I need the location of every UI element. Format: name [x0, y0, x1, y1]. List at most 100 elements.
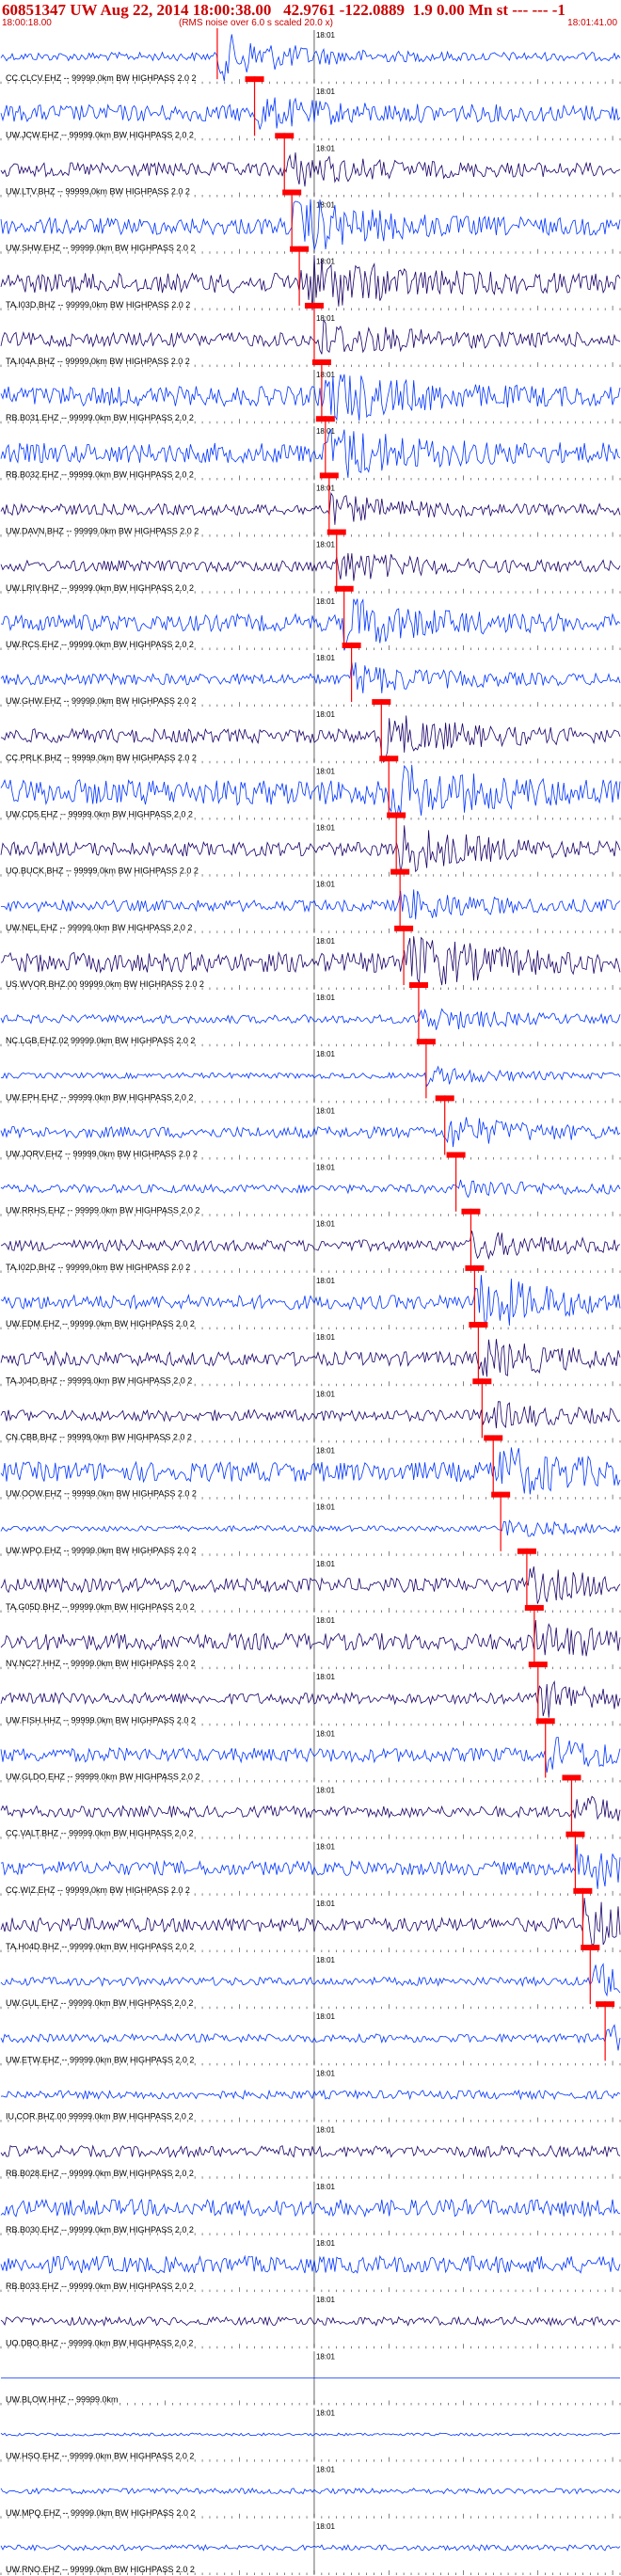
pick-marker: [326, 529, 346, 535]
station-label: UW.GLDO.EHZ -- 99999.0km BW HIGHPASS 2.0…: [6, 1773, 199, 1782]
station-label: TA.H04D.BHZ -- 99999.0km BW HIGHPASS 2.0…: [6, 1942, 194, 1951]
pick-marker: [528, 1662, 548, 1668]
trace-row: 18:01 IU.COR.BHZ.00 99999.0km BW HIGHPASS…: [0, 2068, 621, 2123]
pick-marker: [311, 359, 331, 366]
minute-label: 18:01: [316, 1164, 336, 1172]
trace-row: 18:01 UW.SHW.EHZ -- 99999.0km BW HIGHPASS…: [0, 189, 621, 254]
waveform: [0, 1844, 621, 1889]
trace-row: 18:01 UW.RCS.EHZ -- 99999.0km BW HIGHPASS…: [0, 585, 621, 651]
trace-row: 18:01 UW.EDM.EHZ -- 99999.0km BW HIGHPASS…: [0, 1264, 621, 1330]
station-label: UW.EPH.EHZ -- 99999.0km BW HIGHPASS 2.0 …: [6, 1092, 193, 1102]
station-label: UW.WPO.EHZ -- 99999.0km BW HIGHPASS 2.0 …: [6, 1546, 196, 1555]
station-label: NC.LGB.EHZ.02 99999.0km BW HIGHPASS 2.0 …: [6, 1036, 195, 1045]
rms-noise-note: (RMS noise over 6.0 s scaled 20.0 x): [179, 18, 333, 28]
minute-label: 18:01: [316, 2126, 336, 2135]
trace-row: 18:01 NC.LGB.EHZ.02 99999.0km BW HIGHPASS…: [0, 981, 621, 1047]
trace-row: 18:01 UW.RRHS.EHZ -- 99999.0km BW HIGHPAS…: [0, 1152, 621, 1216]
station-label: UW.EDM.EHZ -- 99999.0km BW HIGHPASS 2.0 …: [6, 1319, 195, 1328]
station-label: UW.BLOW.HHZ -- 99999.0km: [6, 2394, 119, 2404]
trace-row: 18:01 UW.DAVN.BHZ -- 99999.0km BW HIGHPAS…: [0, 472, 621, 537]
minute-label: 18:01: [316, 937, 336, 946]
pick-marker: [461, 1208, 481, 1215]
station-label: UW.RCS.EHZ -- 99999.0km BW HIGHPASS 2.0 …: [6, 640, 194, 649]
trace-row: 18:01 UO.BUCK.BHZ -- 99999.0km BW HIGHPAS…: [0, 812, 621, 877]
minute-label: 18:01: [316, 1333, 336, 1342]
station-label: UW.GHW.EHZ -- 99999.0km BW HIGHPASS 2.0 …: [6, 696, 196, 706]
pick-marker: [484, 1435, 503, 1441]
trace-row: 18:01 CC.PRLK.BHZ -- 99999.0km BW HIGHPAS…: [0, 699, 621, 764]
trace-row: 18:01 UW.MPQ.EHZ -- 99999.0km BW HIGHPASS…: [0, 2464, 621, 2519]
minute-label: 18:01: [316, 144, 336, 152]
pick-marker: [342, 642, 361, 648]
minute-label: 18:01: [316, 2239, 336, 2248]
waveform: [0, 151, 621, 187]
trace-row: 18:01 UW.FISH.HHZ -- 99999.0km BW HIGHPAS…: [0, 1662, 621, 1726]
trace-row: 18:01 UW.NEL.EHZ -- 99999.0km BW HIGHPASS…: [0, 868, 621, 933]
waveform: [0, 1401, 621, 1429]
station-label: CC.WIZ.EHZ -- 99999.0km BW HIGHPASS 2.0 …: [6, 1885, 190, 1895]
trace-row: 18:01 TA.I02D.BHZ -- 99999.0km BW HIGHPAS…: [0, 1208, 621, 1273]
trace-row: 18:01 TA.I03D.BHZ -- 99999.0km BW HIGHPAS…: [0, 246, 621, 311]
minute-label: 18:01: [316, 1277, 336, 1285]
minute-label: 18:01: [316, 994, 336, 1002]
waveform: [0, 1179, 621, 1199]
waveform: [0, 552, 621, 581]
pick-marker: [319, 472, 339, 479]
station-label: UW.NEL.EHZ -- 99999.0km BW HIGHPASS 2.0 …: [6, 923, 192, 932]
trace-row: 18:01 US.WVOR.BHZ.00 99999.0km BW HIGHPAS…: [0, 925, 621, 991]
station-label: UW.MPQ.EHZ -- 99999.0km BW HIGHPASS 2.0 …: [6, 2508, 195, 2518]
waveform: [1, 889, 621, 920]
minute-label: 18:01: [316, 1390, 336, 1398]
minute-label: 18:01: [316, 1220, 336, 1229]
station-label: UW.LRIV.BHZ -- 99999.0km BW HIGHPASS 2.0…: [6, 583, 194, 593]
trace-row: 18:01 UW.JORV.EHZ -- 99999.0km BW HIGHPAS…: [0, 1095, 621, 1160]
minute-label: 18:01: [316, 823, 336, 832]
event-header: 60851347 UW Aug 22, 2014 18:00:38.00 42.…: [0, 0, 621, 28]
pick-marker: [435, 1095, 454, 1102]
waveform: [0, 2089, 621, 2101]
station-label: UW.ETW.EHZ -- 99999.0km BW HIGHPASS 2.0 …: [6, 2055, 194, 2064]
minute-label: 18:01: [316, 87, 336, 96]
station-label: CC.CLCV.EHZ -- 99999.0km BW HIGHPASS 2.0…: [6, 73, 197, 83]
pick-marker: [408, 981, 428, 988]
waveform: [0, 318, 621, 355]
station-label: UW.GUL.EHZ -- 99999.0km BW HIGHPASS 2.0 …: [6, 1998, 193, 2008]
waveform: [0, 1339, 621, 1377]
station-label: UW.SHW.EHZ -- 99999.0km BW HIGHPASS 2.0 …: [6, 244, 195, 253]
event-title: 60851347 UW Aug 22, 2014 18:00:38.00 42.…: [2, 1, 565, 19]
minute-label: 18:01: [316, 314, 336, 323]
minute-label: 18:01: [316, 258, 336, 266]
station-label: UW.FISH.HHZ -- 99999.0km BW HIGHPASS 2.0…: [6, 1715, 196, 1725]
minute-label: 18:01: [316, 2409, 336, 2417]
station-label: RB.B028.EHZ -- 99999.0km BW HIGHPASS 2.0…: [6, 2169, 194, 2178]
trace-row: 18:01 TA.H04D.BHZ -- 99999.0km BW HIGHPAS…: [0, 1887, 621, 1953]
waveform: [0, 2254, 621, 2274]
pick-marker: [275, 133, 295, 139]
station-label: CC.VALT.BHZ -- 99999.0km BW HIGHPASS 2.0…: [6, 1829, 194, 1838]
trace-row: 18:01 CC.VALT.BHZ -- 99999.0km BW HIGHPAS…: [0, 1774, 621, 1839]
trace-row: 18:01 RB.B033.EHZ -- 99999.0km BW HIGHPAS…: [0, 2237, 621, 2293]
pick-marker: [334, 585, 354, 592]
minute-label: 18:01: [316, 2352, 336, 2361]
trace-row: 18:01 UW.HSO.EHZ -- 99999.0km BW HIGHPASS…: [0, 2408, 621, 2462]
minute-label: 18:01: [316, 881, 336, 889]
station-label: US.WVOR.BHZ.00 99999.0km BW HIGHPASS 2.0…: [6, 979, 204, 989]
pick-marker: [535, 1718, 555, 1725]
waveform: [0, 2544, 621, 2552]
station-label: RB.B033.EHZ -- 99999.0km BW HIGHPASS 2.0…: [6, 2282, 194, 2291]
station-label: UW.LTV.BHZ -- 99999.0km BW HIGHPASS 2.0 …: [6, 187, 190, 197]
station-label: NV.NC27.HHZ -- 99999.0km BW HIGHPASS 2.0…: [6, 1659, 196, 1668]
station-label: UW.OOW.EHZ -- 99999.0km BW HIGHPASS 2.0 …: [6, 1489, 197, 1499]
pick-marker: [562, 1774, 581, 1781]
minute-label: 18:01: [316, 710, 336, 719]
minute-label: 18:01: [316, 767, 336, 775]
station-label: RB.B032.EHZ -- 99999.0km BW HIGHPASS 2.0…: [6, 469, 194, 479]
trace-row: 18:01 UW.GUL.EHZ -- 99999.0km BW HIGHPASS…: [0, 1945, 621, 2010]
station-label: RB.B031.EHZ -- 99999.0km BW HIGHPASS 2.0…: [6, 413, 194, 422]
station-label: UW.JORV.EHZ -- 99999.0km BW HIGHPASS 2.0…: [6, 1150, 198, 1159]
trace-row: 18:01 UW.ETW.EHZ -- 99999.0km BW HIGHPASS…: [0, 2001, 621, 2066]
station-label: CN.CBB.BHZ -- 99999.0km BW HIGHPASS 2.0 …: [6, 1432, 192, 1441]
pick-marker: [517, 1548, 536, 1554]
minute-label: 18:01: [316, 1503, 336, 1512]
station-label: UW.CD5.EHZ -- 99999.0km BW HIGHPASS 2.0 …: [6, 809, 193, 819]
